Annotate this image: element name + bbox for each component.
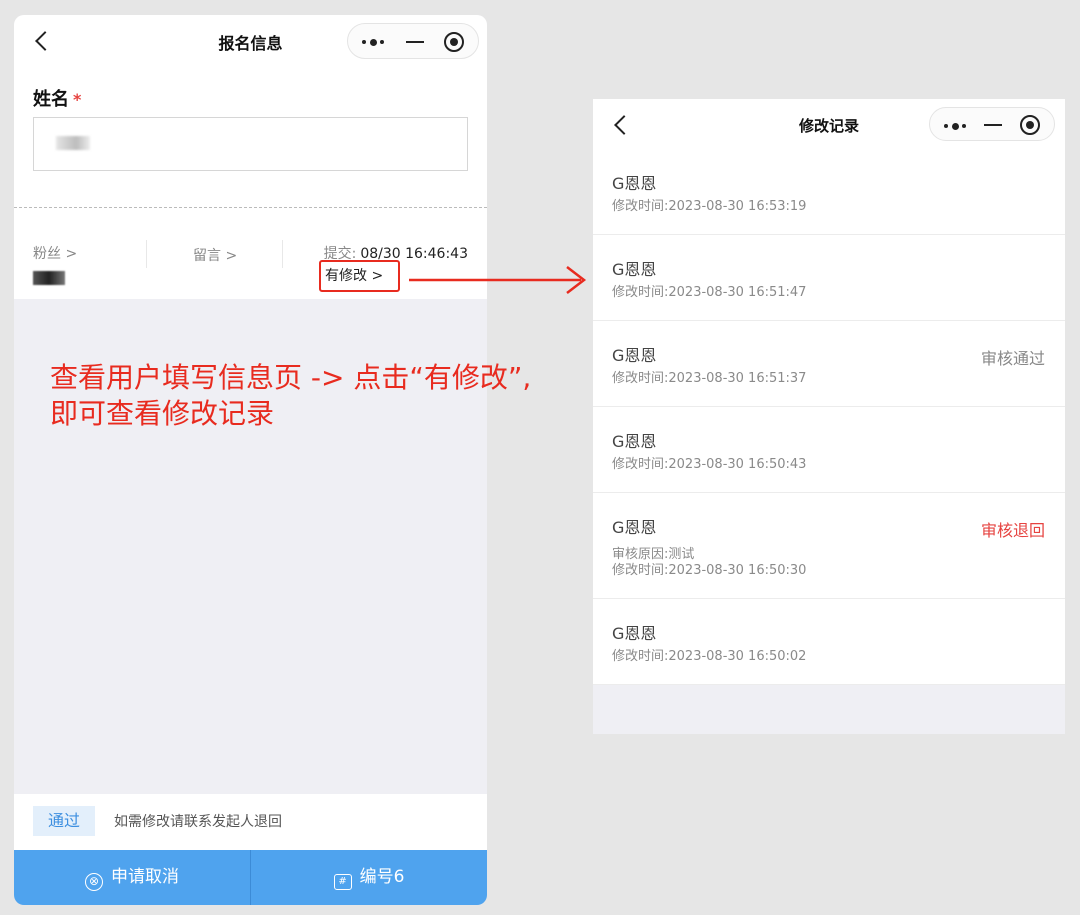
annotation-text: 查看用户填写信息页 -> 点击“有修改”, 即可查看修改记录 xyxy=(50,360,590,432)
stat-divider xyxy=(146,240,147,268)
list-item[interactable]: G恩恩 修改时间:2023-08-30 16:51:47 xyxy=(593,235,1065,321)
stat-divider xyxy=(282,240,283,268)
registration-info-screen: 报名信息 姓名 * 粉丝 > 留言 > 提交: 08/30 16:46:43 有修改… xyxy=(14,15,487,905)
record-user: G恩恩 xyxy=(612,518,657,537)
record-user: G恩恩 xyxy=(612,346,657,365)
record-user: G恩恩 xyxy=(612,260,657,279)
annotation-line-1: 查看用户填写信息页 -> 点击“有修改”, xyxy=(50,361,532,394)
more-dots-icon[interactable] xyxy=(362,38,386,46)
record-status: 审核退回 xyxy=(980,521,1045,540)
record-status: 审核通过 xyxy=(980,349,1045,368)
required-mark: * xyxy=(73,90,82,109)
action-bar: ⊗ 申请取消 # 编号6 xyxy=(14,850,487,905)
cancel-circle-icon: ⊗ xyxy=(85,873,103,891)
annotation-arrow xyxy=(409,266,587,294)
name-label-text: 姓名 xyxy=(33,89,69,110)
status-bar: 通过 如需修改请联系发起人退回 xyxy=(14,794,487,850)
apply-cancel-button[interactable]: ⊗ 申请取消 xyxy=(14,850,250,905)
record-time: 修改时间:2023-08-30 16:50:30 xyxy=(612,563,807,578)
modified-link[interactable]: 有修改 > xyxy=(319,260,400,292)
list-item[interactable]: G恩恩 修改时间:2023-08-30 16:53:19 xyxy=(593,149,1065,235)
record-time: 修改时间:2023-08-30 16:51:47 xyxy=(612,285,807,300)
minimize-icon[interactable] xyxy=(406,41,424,43)
record-user: G恩恩 xyxy=(612,174,657,193)
list-item[interactable]: G恩恩 修改时间:2023-08-30 16:50:43 xyxy=(593,407,1065,493)
number-label: 编号6 xyxy=(359,867,405,887)
navigation-bar: 修改记录 xyxy=(593,99,1065,149)
mini-program-capsule xyxy=(929,107,1055,141)
message-link[interactable]: 留言 > xyxy=(193,245,237,265)
minimize-icon[interactable] xyxy=(984,124,1002,126)
name-input[interactable] xyxy=(33,117,468,171)
mini-program-capsule xyxy=(347,23,479,59)
navigation-bar: 报名信息 xyxy=(14,15,487,67)
hash-tag-icon: # xyxy=(333,874,352,890)
more-dots-icon[interactable] xyxy=(944,122,968,130)
record-time: 修改时间:2023-08-30 16:51:37 xyxy=(612,371,807,386)
number-button[interactable]: # 编号6 xyxy=(251,850,487,905)
apply-cancel-label: 申请取消 xyxy=(111,867,179,887)
annotation-line-2: 即可查看修改记录 xyxy=(50,397,275,430)
record-user: G恩恩 xyxy=(612,624,657,643)
name-field-label: 姓名 * xyxy=(33,85,81,111)
blurred-fans-value xyxy=(33,271,65,285)
dashed-divider xyxy=(14,207,487,208)
record-user: G恩恩 xyxy=(612,432,657,451)
status-hint: 如需修改请联系发起人退回 xyxy=(114,814,282,830)
blurred-name-value xyxy=(56,136,90,150)
close-target-icon[interactable] xyxy=(1020,115,1040,135)
modification-records-screen: 修改记录 G恩恩 修改时间:2023-08-30 16:53:19 G恩恩 修改… xyxy=(593,99,1065,734)
list-item[interactable]: G恩恩 审核退回 审核原因:测试 修改时间:2023-08-30 16:50:3… xyxy=(593,493,1065,599)
list-item[interactable]: G恩恩 审核通过 修改时间:2023-08-30 16:51:37 xyxy=(593,321,1065,407)
record-time: 修改时间:2023-08-30 16:50:02 xyxy=(612,649,807,664)
status-badge: 通过 xyxy=(33,806,95,836)
records-list: G恩恩 修改时间:2023-08-30 16:53:19 G恩恩 修改时间:20… xyxy=(593,149,1065,685)
fans-link[interactable]: 粉丝 > xyxy=(33,243,77,263)
list-item[interactable]: G恩恩 修改时间:2023-08-30 16:50:02 xyxy=(593,599,1065,685)
record-time: 修改时间:2023-08-30 16:50:43 xyxy=(612,457,807,472)
record-time: 修改时间:2023-08-30 16:53:19 xyxy=(612,199,807,214)
close-target-icon[interactable] xyxy=(444,32,464,52)
